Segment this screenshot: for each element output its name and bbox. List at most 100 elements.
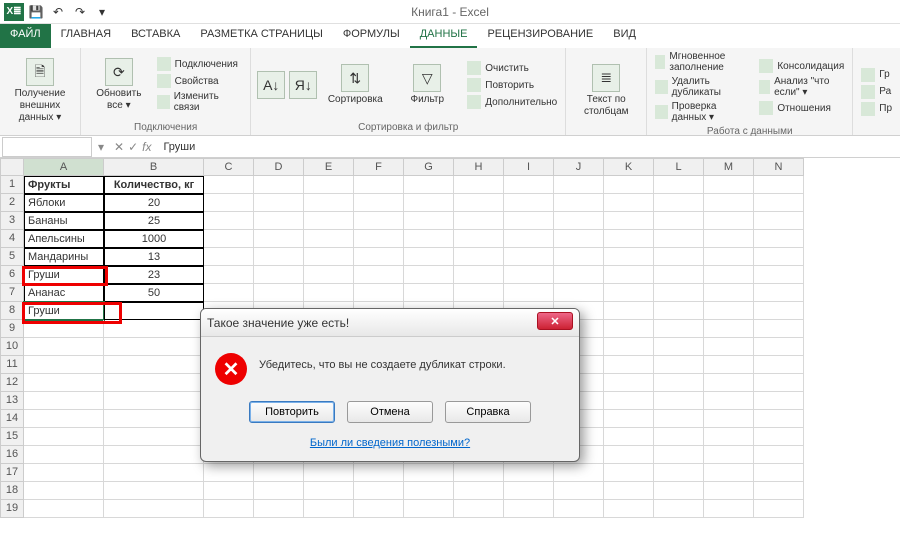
cell[interactable] xyxy=(754,194,804,212)
cell[interactable] xyxy=(304,212,354,230)
cell[interactable] xyxy=(304,284,354,302)
cell[interactable] xyxy=(604,248,654,266)
row-header[interactable]: 10 xyxy=(0,338,24,356)
tab-data[interactable]: ДАННЫЕ xyxy=(410,24,478,48)
cell[interactable] xyxy=(204,266,254,284)
cell[interactable] xyxy=(754,410,804,428)
retry-button[interactable]: Повторить xyxy=(249,401,335,423)
cell[interactable] xyxy=(654,212,704,230)
col-header-J[interactable]: J xyxy=(554,158,604,176)
cell[interactable] xyxy=(704,410,754,428)
col-header-L[interactable]: L xyxy=(654,158,704,176)
cell[interactable] xyxy=(754,266,804,284)
cell[interactable] xyxy=(204,194,254,212)
cell[interactable] xyxy=(454,230,504,248)
cell[interactable] xyxy=(104,374,204,392)
cell[interactable] xyxy=(604,356,654,374)
cell[interactable] xyxy=(354,248,404,266)
cell[interactable] xyxy=(404,500,454,518)
row-header[interactable]: 6 xyxy=(0,266,24,284)
cell[interactable]: Груши xyxy=(24,266,104,284)
cell[interactable] xyxy=(254,482,304,500)
cell[interactable] xyxy=(254,194,304,212)
cell[interactable] xyxy=(704,446,754,464)
cell[interactable] xyxy=(604,266,654,284)
cell[interactable] xyxy=(654,500,704,518)
feedback-link[interactable]: Были ли сведения полезными? xyxy=(310,437,470,449)
cell[interactable] xyxy=(104,482,204,500)
col-header-I[interactable]: I xyxy=(504,158,554,176)
cell[interactable] xyxy=(354,464,404,482)
cell[interactable] xyxy=(754,212,804,230)
cell[interactable] xyxy=(704,302,754,320)
cell[interactable] xyxy=(654,302,704,320)
cell[interactable] xyxy=(354,266,404,284)
cell[interactable] xyxy=(654,410,704,428)
col-header-D[interactable]: D xyxy=(254,158,304,176)
col-header-M[interactable]: M xyxy=(704,158,754,176)
cell[interactable] xyxy=(454,464,504,482)
cell[interactable] xyxy=(654,482,704,500)
cell[interactable] xyxy=(504,194,554,212)
cell[interactable]: Бананы xyxy=(24,212,104,230)
row-header[interactable]: 1 xyxy=(0,176,24,194)
cancel-entry-icon[interactable]: ✕ xyxy=(114,140,124,154)
cell[interactable] xyxy=(754,464,804,482)
cell[interactable] xyxy=(204,482,254,500)
cell[interactable] xyxy=(254,176,304,194)
cell[interactable] xyxy=(504,176,554,194)
reapply-filter-button[interactable]: Повторить xyxy=(465,77,559,93)
cell[interactable] xyxy=(754,428,804,446)
edit-links-button[interactable]: Изменить связи xyxy=(155,90,245,114)
cell[interactable] xyxy=(354,176,404,194)
cell[interactable] xyxy=(754,356,804,374)
flash-fill-button[interactable]: Мгновенное заполнение xyxy=(653,50,753,74)
cell[interactable] xyxy=(704,482,754,500)
tab-formulas[interactable]: ФОРМУЛЫ xyxy=(333,24,410,48)
data-validation-button[interactable]: Проверка данных ▾ xyxy=(653,100,753,124)
cell[interactable] xyxy=(754,176,804,194)
row-header[interactable]: 18 xyxy=(0,482,24,500)
cell[interactable] xyxy=(454,482,504,500)
cell[interactable] xyxy=(24,428,104,446)
cell[interactable] xyxy=(24,500,104,518)
cell[interactable] xyxy=(354,230,404,248)
row-header[interactable]: 12 xyxy=(0,374,24,392)
cell[interactable]: 13 xyxy=(104,248,204,266)
cell[interactable] xyxy=(304,194,354,212)
cell[interactable]: 25 xyxy=(104,212,204,230)
cell[interactable] xyxy=(24,338,104,356)
cell[interactable] xyxy=(24,482,104,500)
cell[interactable] xyxy=(554,212,604,230)
cell[interactable] xyxy=(704,374,754,392)
cell[interactable] xyxy=(254,248,304,266)
cell[interactable] xyxy=(454,176,504,194)
cell[interactable] xyxy=(704,248,754,266)
cell[interactable] xyxy=(604,230,654,248)
cell[interactable] xyxy=(704,500,754,518)
clear-filter-button[interactable]: Очистить xyxy=(465,60,559,76)
cell[interactable] xyxy=(654,374,704,392)
cell[interactable] xyxy=(454,248,504,266)
select-all-corner[interactable] xyxy=(0,158,24,176)
cell[interactable]: Апельсины xyxy=(24,230,104,248)
get-external-data-button[interactable]: 🗎 Получение внешних данных ▾ xyxy=(6,50,74,131)
consolidate-button[interactable]: Консолидация xyxy=(757,58,846,74)
cell[interactable] xyxy=(404,266,454,284)
cell[interactable] xyxy=(654,194,704,212)
cell[interactable] xyxy=(604,212,654,230)
cell[interactable] xyxy=(104,338,204,356)
cell[interactable] xyxy=(704,356,754,374)
cell[interactable] xyxy=(704,194,754,212)
cell[interactable] xyxy=(754,374,804,392)
sort-button[interactable]: ⇅Сортировка xyxy=(321,50,389,120)
cell[interactable] xyxy=(254,284,304,302)
cell[interactable] xyxy=(504,212,554,230)
cell[interactable]: 20 xyxy=(104,194,204,212)
cell[interactable] xyxy=(204,464,254,482)
cell[interactable] xyxy=(104,392,204,410)
cell[interactable] xyxy=(554,464,604,482)
cell[interactable] xyxy=(204,284,254,302)
cell[interactable] xyxy=(404,464,454,482)
col-header-C[interactable]: C xyxy=(204,158,254,176)
